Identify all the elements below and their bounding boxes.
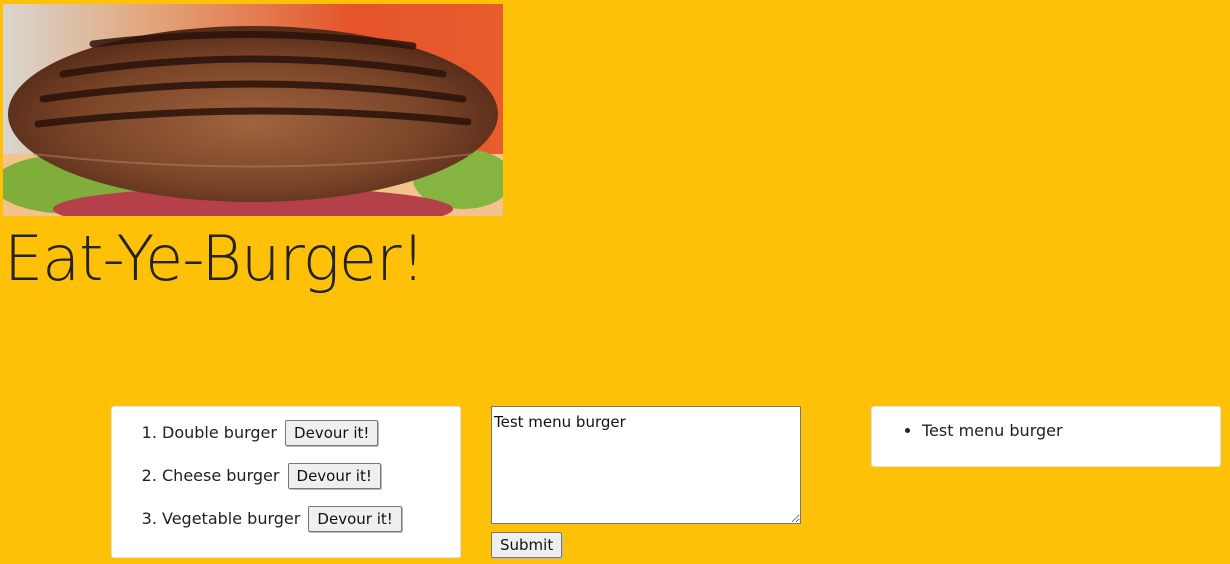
devour-button[interactable]: Devour it! bbox=[308, 506, 402, 532]
uneaten-burger-list: Double burger Devour it! Cheese burger D… bbox=[112, 407, 460, 548]
burger-name-textarea[interactable] bbox=[491, 406, 801, 524]
burger-name: Vegetable burger bbox=[162, 509, 301, 528]
devoured-burgers-card: Test menu burger bbox=[871, 406, 1221, 467]
list-item: Vegetable burger Devour it! bbox=[162, 505, 460, 548]
burger-name: Test menu burger bbox=[922, 421, 1063, 440]
burger-name: Cheese burger bbox=[162, 466, 280, 485]
hero-burger-image bbox=[3, 4, 503, 216]
list-item: Double burger Devour it! bbox=[162, 419, 460, 462]
burger-photo bbox=[3, 4, 503, 216]
submit-button[interactable]: Submit bbox=[491, 532, 563, 558]
list-item: Test menu burger bbox=[922, 419, 1220, 443]
burger-name: Double burger bbox=[162, 423, 277, 442]
list-item: Cheese burger Devour it! bbox=[162, 462, 460, 505]
devoured-burger-list: Test menu burger bbox=[872, 407, 1220, 443]
uneaten-burgers-card: Double burger Devour it! Cheese burger D… bbox=[111, 406, 461, 558]
page-title: Eat-Ye-Burger! bbox=[4, 222, 425, 295]
devour-button[interactable]: Devour it! bbox=[287, 463, 381, 489]
add-burger-form: Submit bbox=[491, 406, 801, 558]
devour-button[interactable]: Devour it! bbox=[285, 420, 379, 446]
